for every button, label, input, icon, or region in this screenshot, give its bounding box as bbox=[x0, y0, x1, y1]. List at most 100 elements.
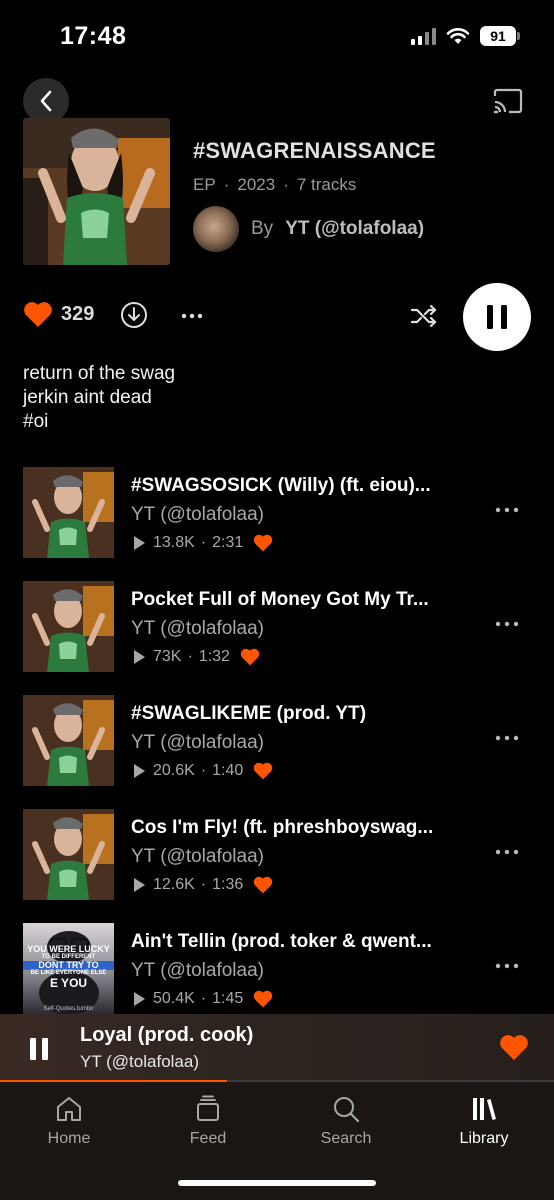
nav-label: Home bbox=[47, 1130, 91, 1147]
more-icon bbox=[495, 963, 519, 969]
track-artist: YT (@tolafolaa) bbox=[131, 618, 264, 639]
track-stats: 12.6K · 1:36 bbox=[131, 876, 273, 894]
track-list: #SWAGSOSICK (Willy) (ft. eiou)... YT (@t… bbox=[23, 467, 533, 1037]
more-icon bbox=[495, 735, 519, 741]
cellular-signal-icon bbox=[411, 27, 436, 45]
like-count: 329 bbox=[61, 303, 95, 325]
play-icon bbox=[134, 536, 145, 550]
heart-icon bbox=[254, 534, 273, 552]
heart-icon bbox=[500, 1035, 528, 1060]
mini-player-pause-button[interactable] bbox=[30, 1038, 48, 1060]
track-plays: 20.6K bbox=[153, 762, 195, 779]
wifi-icon bbox=[446, 28, 470, 44]
track-stats: 50.4K · 1:45 bbox=[131, 990, 273, 1008]
artwork-text: YOU WERE LUCKY bbox=[27, 944, 110, 954]
pause-icon bbox=[487, 305, 507, 329]
feed-icon bbox=[197, 1095, 219, 1121]
track-artwork-photo bbox=[23, 695, 114, 786]
status-time: 17:48 bbox=[60, 22, 127, 50]
status-icons: 91 bbox=[411, 26, 520, 46]
nav-feed[interactable]: Feed bbox=[158, 1094, 258, 1148]
search-icon bbox=[334, 1097, 360, 1123]
download-icon bbox=[121, 302, 147, 328]
album-type: EP bbox=[193, 175, 216, 194]
heart-icon bbox=[24, 302, 52, 327]
heart-icon bbox=[254, 876, 273, 894]
nav-label: Library bbox=[459, 1130, 509, 1147]
album-year: 2023 bbox=[237, 175, 276, 194]
album-title: #SWAGRENAISSANCE bbox=[193, 138, 436, 163]
track-row[interactable]: Pocket Full of Money Got My Tr... YT (@t… bbox=[23, 581, 533, 695]
shuffle-button[interactable] bbox=[409, 301, 439, 331]
play-icon bbox=[134, 650, 145, 664]
play-icon bbox=[134, 764, 145, 778]
artist-link[interactable]: By YT (@tolafolaa) bbox=[193, 206, 424, 252]
more-icon bbox=[495, 849, 519, 855]
track-plays: 73K bbox=[153, 648, 182, 665]
track-artwork: YOU WERE LUCKY TO BE DIFFERENT DONT TRY … bbox=[23, 923, 114, 1014]
home-icon bbox=[57, 1097, 81, 1121]
track-artist: YT (@tolafolaa) bbox=[131, 504, 264, 525]
action-row: 329 bbox=[23, 283, 533, 351]
track-title: #SWAGLIKEME (prod. YT) bbox=[131, 703, 367, 724]
track-duration: 1:45 bbox=[212, 990, 244, 1007]
mini-player[interactable]: Loyal (prod. cook) YT (@tolafolaa) bbox=[0, 1014, 554, 1082]
track-artwork-photo bbox=[23, 581, 114, 672]
track-plays: 12.6K bbox=[153, 876, 195, 893]
battery-indicator: 91 bbox=[480, 26, 520, 46]
nav-label: Feed bbox=[189, 1130, 227, 1147]
track-artwork bbox=[23, 467, 114, 558]
chevron-left-icon bbox=[40, 90, 52, 112]
track-more-button[interactable] bbox=[495, 953, 519, 976]
description-line: jerkin aint dead bbox=[23, 387, 152, 408]
track-more-button[interactable] bbox=[495, 497, 519, 520]
play-icon bbox=[134, 992, 145, 1006]
nav-home[interactable]: Home bbox=[19, 1094, 119, 1148]
play-pause-button[interactable] bbox=[463, 283, 531, 351]
home-indicator bbox=[178, 1180, 376, 1186]
more-icon bbox=[495, 507, 519, 513]
album-description: return of the swag jerkin aint dead #oi bbox=[23, 362, 175, 434]
track-plays: 50.4K bbox=[153, 990, 195, 1007]
track-artist: YT (@tolafolaa) bbox=[131, 846, 264, 867]
album-cover-photo bbox=[23, 118, 170, 265]
more-options-button[interactable] bbox=[179, 303, 205, 329]
mini-player-like-button[interactable] bbox=[499, 1034, 529, 1066]
track-duration: 1:32 bbox=[198, 648, 230, 665]
heart-icon bbox=[254, 762, 273, 780]
meta-separator: · bbox=[223, 175, 230, 194]
artist-name: YT (@tolafolaa) bbox=[285, 218, 425, 239]
track-more-button[interactable] bbox=[495, 839, 519, 862]
track-artist: YT (@tolafolaa) bbox=[131, 732, 264, 753]
track-row[interactable]: #SWAGLIKEME (prod. YT) YT (@tolafolaa) 2… bbox=[23, 695, 533, 809]
track-artwork-photo bbox=[23, 809, 114, 900]
track-artwork-photo bbox=[23, 467, 114, 558]
track-row[interactable]: #SWAGSOSICK (Willy) (ft. eiou)... YT (@t… bbox=[23, 467, 533, 581]
download-button[interactable] bbox=[120, 301, 148, 329]
avatar bbox=[193, 206, 239, 252]
album-cover bbox=[23, 118, 170, 265]
now-playing-title: Loyal (prod. cook) bbox=[80, 1024, 254, 1046]
track-title: #SWAGSOSICK (Willy) (ft. eiou)... bbox=[131, 475, 431, 496]
track-plays: 13.8K bbox=[153, 534, 195, 551]
nav-search[interactable]: Search bbox=[296, 1094, 396, 1148]
stats-separator: · bbox=[200, 990, 207, 1007]
track-stats: 73K · 1:32 bbox=[131, 648, 260, 666]
cast-button[interactable] bbox=[492, 88, 524, 114]
like-button[interactable]: 329 bbox=[23, 301, 94, 328]
track-stats: 20.6K · 1:40 bbox=[131, 762, 273, 780]
library-icon bbox=[473, 1098, 496, 1120]
track-more-button[interactable] bbox=[495, 725, 519, 748]
heart-icon bbox=[254, 990, 273, 1008]
track-artwork bbox=[23, 809, 114, 900]
track-row[interactable]: Cos I'm Fly! (ft. phreshboyswag... YT (@… bbox=[23, 809, 533, 923]
track-more-button[interactable] bbox=[495, 611, 519, 634]
heart-icon bbox=[240, 648, 260, 666]
nav-library[interactable]: Library bbox=[434, 1094, 534, 1148]
artwork-text: E YOU bbox=[49, 976, 88, 990]
track-duration: 2:31 bbox=[212, 534, 244, 551]
shuffle-icon bbox=[410, 304, 437, 328]
album-meta: EP · 2023 · 7 tracks bbox=[193, 175, 356, 195]
track-title: Ain't Tellin (prod. toker & qwent... bbox=[131, 931, 432, 952]
track-artwork bbox=[23, 581, 114, 672]
